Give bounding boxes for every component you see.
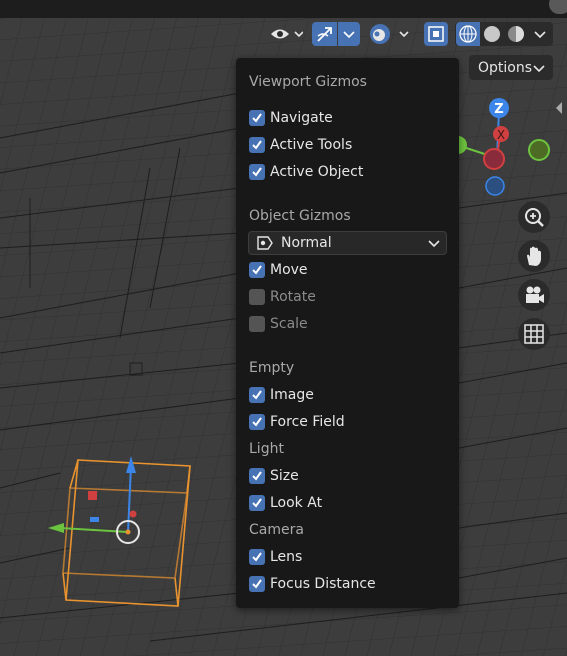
corner-widget[interactable]	[549, 0, 567, 14]
navigate-checkbox[interactable]: Navigate	[249, 108, 333, 128]
orientation-select[interactable]: Normal	[248, 231, 447, 255]
xray-button[interactable]	[424, 22, 448, 46]
zoom-icon	[525, 208, 544, 227]
material-shading-icon	[508, 26, 524, 42]
xray-icon	[428, 26, 444, 42]
gizmo-toggle-button[interactable]	[312, 22, 337, 46]
image-checkbox[interactable]: Image	[249, 385, 314, 405]
overlays-button[interactable]	[368, 22, 416, 46]
hand-icon	[527, 246, 541, 266]
active-tools-checkbox[interactable]: Active Tools	[249, 135, 352, 155]
move-checkbox[interactable]: Move	[249, 260, 308, 280]
scale-checkbox[interactable]: Scale	[249, 314, 308, 334]
force-field-checkbox[interactable]: Force Field	[249, 412, 345, 432]
top-header-strip	[0, 0, 567, 18]
checkbox-label: Move	[270, 262, 308, 278]
shading-mode-group[interactable]	[455, 22, 553, 46]
camera-view-button[interactable]	[518, 279, 550, 311]
wireframe-shading-icon	[459, 25, 477, 43]
light-heading: Light	[249, 441, 284, 457]
checkbox-label: Force Field	[270, 414, 345, 430]
axis-z-label: Z	[494, 102, 503, 117]
grid-icon	[524, 324, 544, 344]
empty-heading: Empty	[249, 360, 295, 376]
zoom-button[interactable]	[518, 201, 550, 233]
checkbox-label: Focus Distance	[270, 576, 376, 592]
ortho-toggle-button[interactable]	[518, 318, 550, 350]
viewport-gizmos-popover: Viewport Gizmos Navigate Active Tools Ac…	[236, 58, 459, 608]
orientation-value: Normal	[281, 235, 332, 251]
lens-checkbox[interactable]: Lens	[249, 547, 302, 567]
checkbox-label: Size	[270, 468, 299, 484]
options-dropdown[interactable]: Options	[469, 55, 553, 80]
focus-distance-checkbox[interactable]: Focus Distance	[249, 574, 376, 594]
checkbox-label: Active Tools	[270, 137, 353, 153]
checkbox-label: Active Object	[270, 164, 364, 180]
checkbox-check-icon[interactable]	[249, 387, 265, 403]
checkbox-label: Navigate	[270, 110, 333, 126]
gizmo-dropdown-button[interactable]	[338, 22, 360, 46]
rotate-checkbox[interactable]: Rotate	[249, 287, 316, 307]
checkbox-check-icon[interactable]	[249, 576, 265, 592]
checkbox-label: Image	[270, 387, 314, 403]
material-shading-button[interactable]	[504, 22, 528, 46]
checkbox-check-icon[interactable]	[249, 468, 265, 484]
camera-heading: Camera	[249, 522, 304, 538]
chevron-down-icon	[343, 31, 355, 39]
transform-orientation-icon	[257, 236, 273, 250]
checkbox-label: Lens	[270, 549, 303, 565]
overlays-icon	[370, 24, 409, 44]
checkbox-check-icon[interactable]	[249, 414, 265, 430]
pan-button[interactable]	[518, 240, 550, 272]
checkbox-check-icon[interactable]	[249, 137, 265, 153]
solid-shading-icon	[484, 26, 500, 42]
viewport-gizmos-heading: Viewport Gizmos	[249, 74, 367, 90]
shading-dropdown-button[interactable]	[528, 22, 552, 46]
checkbox-box[interactable]	[249, 316, 265, 332]
size-checkbox[interactable]: Size	[249, 466, 299, 486]
chevron-down-icon	[428, 240, 440, 248]
chevron-down-icon	[534, 31, 546, 39]
checkbox-check-icon[interactable]	[249, 110, 265, 126]
checkbox-box[interactable]	[249, 289, 265, 305]
checkbox-check-icon[interactable]	[249, 549, 265, 565]
active-object-checkbox[interactable]: Active Object	[249, 162, 363, 182]
checkbox-label: Rotate	[270, 289, 316, 305]
visibility-button[interactable]	[267, 22, 305, 46]
options-label: Options	[478, 59, 533, 76]
checkbox-check-icon[interactable]	[249, 262, 265, 278]
look-at-checkbox[interactable]: Look At	[249, 493, 322, 513]
object-gizmos-heading: Object Gizmos	[249, 208, 351, 224]
axis-x-label: X	[497, 128, 505, 142]
checkbox-check-icon[interactable]	[249, 164, 265, 180]
gizmo-toggle-icon	[316, 27, 332, 42]
wireframe-shading-button[interactable]	[456, 22, 480, 46]
chevron-down-icon	[533, 64, 545, 72]
solid-shading-button[interactable]	[480, 22, 504, 46]
checkbox-label: Look At	[270, 495, 323, 511]
visibility-eye-icon	[271, 29, 303, 39]
checkbox-check-icon[interactable]	[249, 495, 265, 511]
checkbox-label: Scale	[270, 316, 308, 332]
camera-icon	[526, 286, 544, 303]
